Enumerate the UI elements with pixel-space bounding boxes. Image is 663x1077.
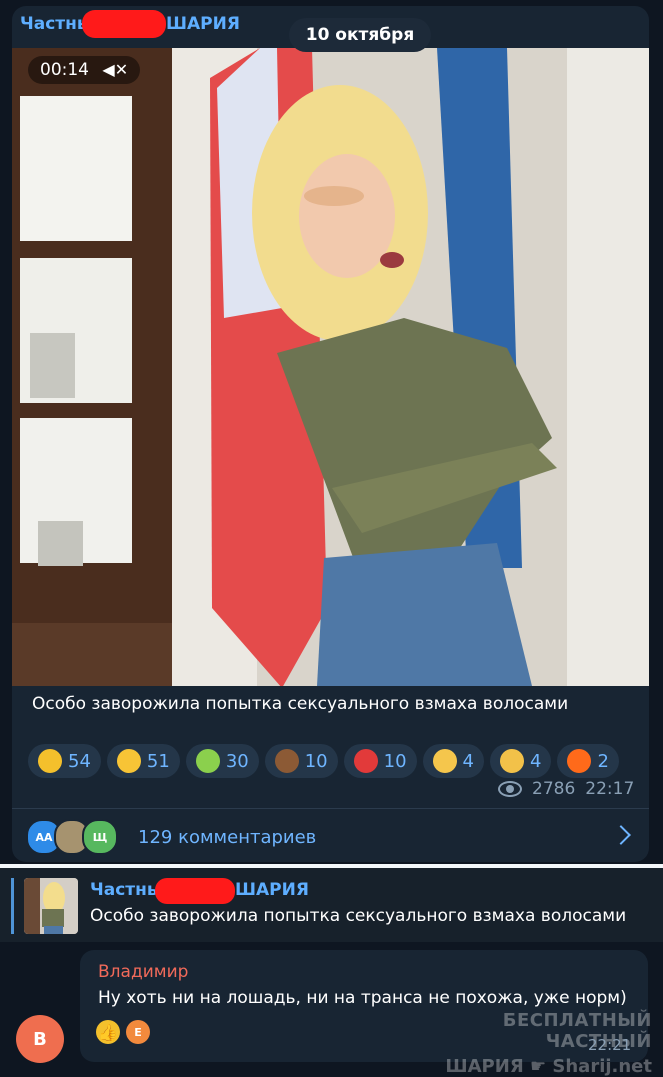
heart-fire-emoji-icon: [353, 749, 378, 773]
reply-preview[interactable]: Частны ШАРИЯ Особо заворожила попытка се…: [0, 868, 663, 942]
reaction-fire[interactable]: 2: [557, 744, 619, 778]
post-caption: Особо заворожила попытка сексуального вз…: [32, 694, 569, 714]
comment-text: Ну хоть ни на лошадь, ни на транса не по…: [98, 988, 627, 1008]
watermark-line2: ШАРИЯ ☛ Sharij.net: [424, 1056, 652, 1077]
avatar: Щ: [82, 819, 118, 855]
video-player[interactable]: 00:14 ◀✕: [12, 48, 649, 686]
reaction-avatar: E: [126, 1020, 150, 1044]
post-time: 22:17: [585, 779, 635, 799]
reply-thumbnail: [24, 878, 78, 934]
rofl-emoji-icon: [38, 749, 62, 773]
reply-bar: [11, 878, 14, 934]
reaction-woozy[interactable]: 4: [489, 744, 552, 778]
reply-caption: Особо заворожила попытка сексуального вз…: [90, 906, 627, 926]
reply-channel-name: Частны: [90, 880, 163, 900]
fire-emoji-icon: [567, 749, 592, 773]
view-count: 2786: [532, 779, 576, 799]
eye-icon: [498, 781, 522, 797]
muted-speaker-icon[interactable]: ◀✕: [102, 60, 128, 79]
reaction-count: 4: [462, 750, 474, 772]
comment-author[interactable]: Владимир: [98, 962, 188, 982]
post-meta: 2786 22:17: [498, 779, 634, 799]
watermark-site: Sharij.net: [552, 1056, 652, 1077]
reaction-rofl[interactable]: 54: [28, 744, 101, 778]
comment-reactions[interactable]: 👍 E: [96, 1020, 150, 1044]
reaction-count: 4: [529, 750, 542, 772]
reaction-count: 10: [383, 750, 407, 772]
reaction-thumbs-up[interactable]: 4: [422, 744, 484, 778]
channel-name-end[interactable]: ШАРИЯ: [166, 14, 240, 34]
hand-icon: ☛: [529, 1056, 547, 1077]
comments-link[interactable]: АА Щ 129 комментариев: [26, 819, 316, 855]
avatar[interactable]: В: [16, 1015, 64, 1063]
video-frame: [12, 48, 649, 686]
reaction-count: 51: [146, 750, 170, 772]
commenter-avatars: АА Щ: [26, 819, 118, 855]
comment-time: 22:21: [588, 1036, 632, 1054]
redaction-mark: [155, 878, 235, 904]
woozy-emoji-icon: [499, 749, 524, 773]
redaction-mark: [82, 10, 166, 38]
watermark-word: ШАРИЯ: [445, 1056, 524, 1077]
video-timer: 00:14 ◀✕: [28, 56, 141, 84]
reaction-heart-fire[interactable]: 10: [343, 744, 417, 778]
grin-emoji-icon: [116, 749, 141, 773]
reaction-count: 10: [304, 750, 328, 772]
reaction-poop[interactable]: 10: [264, 744, 338, 778]
comments-label[interactable]: 129 комментариев: [138, 827, 316, 848]
divider: [12, 808, 649, 809]
poop-emoji-icon: [274, 749, 299, 773]
reaction-grin[interactable]: 51: [106, 744, 180, 778]
vomit-emoji-icon: [195, 749, 220, 773]
reply-thumbnail-image: [24, 878, 78, 934]
reactions-bar: 54 51 30 10 10 4 4 2: [28, 744, 619, 778]
date-pill: 10 октября: [289, 18, 431, 52]
reaction-count: 2: [597, 750, 609, 772]
reaction-vomit[interactable]: 30: [185, 744, 259, 778]
reply-channel-name-end: ШАРИЯ: [235, 880, 309, 900]
reaction-count: 54: [68, 750, 91, 772]
video-time: 00:14: [40, 60, 89, 80]
thumbs-up-icon: 👍: [96, 1020, 120, 1044]
thumbs-up-emoji-icon: [432, 749, 457, 773]
reaction-count: 30: [225, 750, 249, 772]
